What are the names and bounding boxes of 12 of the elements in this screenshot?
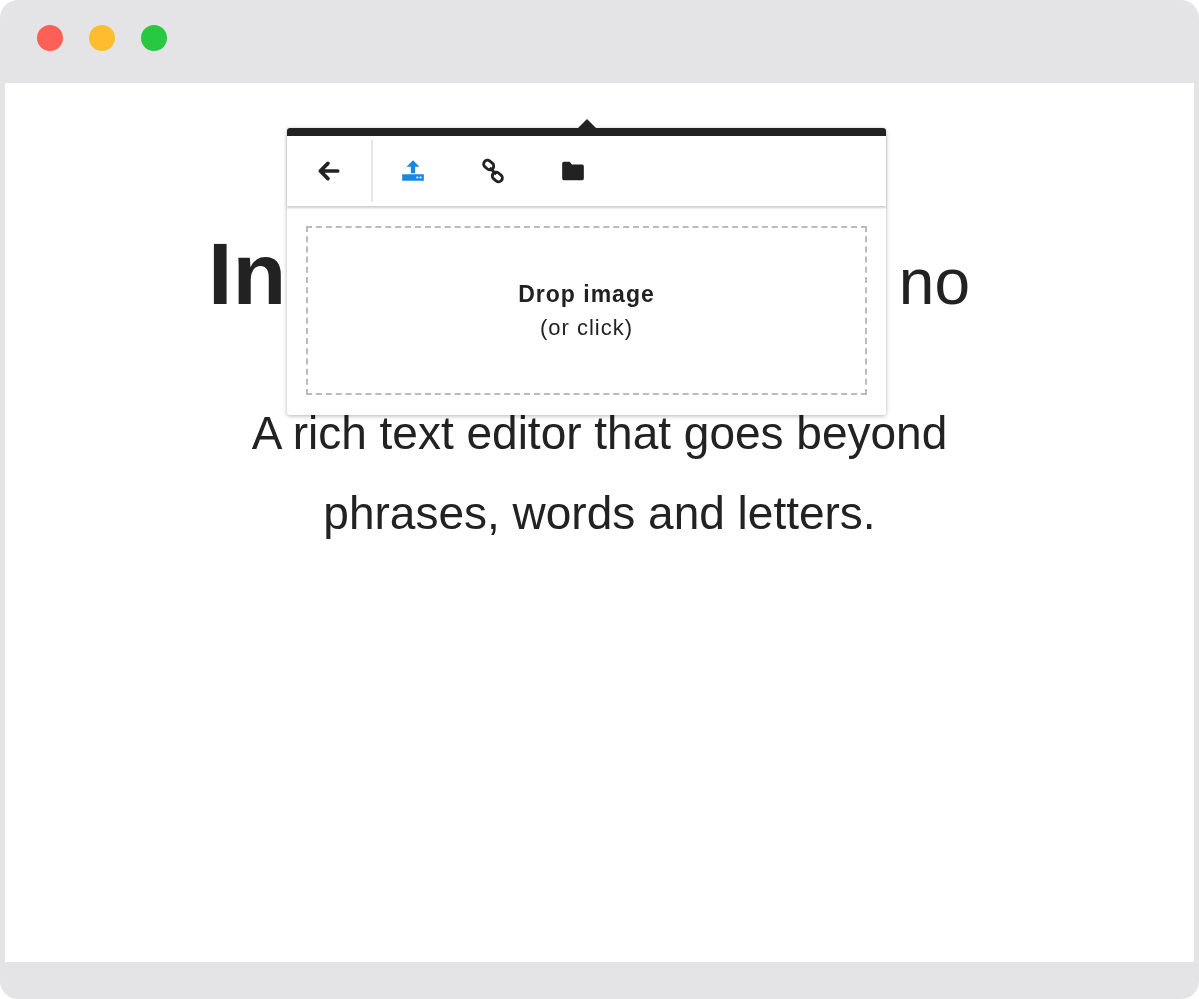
minimize-dot[interactable] [89, 24, 115, 51]
heading: no [898, 245, 970, 320]
drop-zone[interactable]: Drop image (or click) [306, 226, 867, 395]
maximize-dot[interactable] [141, 24, 167, 51]
drop-title: Drop image [518, 279, 655, 309]
link-icon [480, 158, 506, 184]
heading: In [208, 229, 287, 319]
upload-tab[interactable] [373, 136, 453, 206]
drop-hint: (or click) [539, 313, 634, 342]
close-dot[interactable] [37, 24, 63, 51]
upload-icon [400, 158, 426, 184]
subtitle: A rich text editor that goes beyond phrases, words and letters. [250, 406, 949, 541]
